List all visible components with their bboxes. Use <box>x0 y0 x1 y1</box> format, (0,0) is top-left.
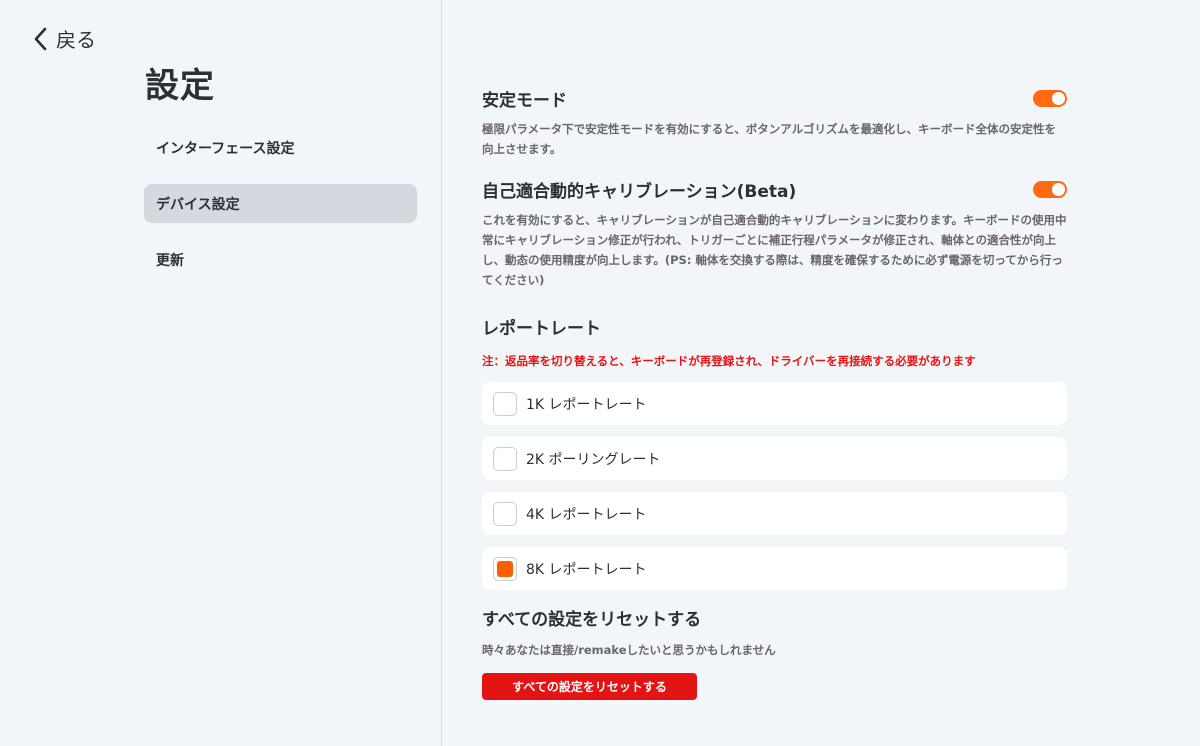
reset-title: すべての設定をリセットする <box>482 610 702 630</box>
option-label: 4K レポートレート <box>526 506 647 523</box>
page-title: 設定 <box>145 66 215 106</box>
sidebar-item-label: デバイス設定 <box>156 196 240 213</box>
option-label: 1K レポートレート <box>526 396 647 413</box>
stability-title: 安定モード <box>482 91 567 111</box>
toggle-knob <box>1052 92 1065 105</box>
report-rate-option-1k[interactable]: 1K レポートレート <box>482 382 1067 425</box>
calibration-title: 自己適合動的キャリブレーション(Beta) <box>482 182 797 202</box>
report-rate-title: レポートレート <box>482 319 601 339</box>
report-rate-warning: 注：返品率を切り替えると、キーボードが再登録され、ドライバーを再接続する必要があ… <box>482 354 976 368</box>
reset-description: 時々あなたは直接/remakeしたいと思うかもしれません <box>482 643 776 657</box>
sidebar-item-label: 更新 <box>156 252 184 269</box>
stability-section: 安定モード 極限パラメータ下で安定性モードを有効にすると、ボタンアルゴリズムを最… <box>482 86 1067 159</box>
report-rate-option-4k[interactable]: 4K レポートレート <box>482 492 1067 535</box>
chevron-left-icon <box>34 27 47 50</box>
report-rate-option-8k[interactable]: 8K レポートレート <box>482 547 1067 590</box>
option-label: 8K レポートレート <box>526 561 647 578</box>
back-label: 戻る <box>56 28 96 52</box>
sidebar-nav: インターフェース設定 デバイス設定 更新 <box>144 128 417 296</box>
back-button[interactable]: 戻る <box>32 24 96 53</box>
option-label: 2K ポーリングレート <box>526 451 661 468</box>
calibration-description: これを有効にすると、キャリブレーションが自己適合動的キャリブレーションに変わりま… <box>482 213 1067 287</box>
sidebar-item-label: インターフェース設定 <box>156 140 295 157</box>
report-rate-options: 1K レポートレート 2K ポーリングレート 4K レポートレート 8K レポー… <box>482 382 1067 590</box>
report-rate-section: レポートレート 注：返品率を切り替えると、キーボードが再登録され、ドライバーを再… <box>482 314 1067 590</box>
reset-all-button[interactable]: すべての設定をリセットする <box>482 673 697 700</box>
checkbox[interactable] <box>493 556 517 581</box>
checkbox[interactable] <box>493 446 517 471</box>
checkbox[interactable] <box>493 501 517 526</box>
sidebar-item-update[interactable]: 更新 <box>144 240 417 279</box>
calibration-section: 自己適合動的キャリブレーション(Beta) これを有効にすると、キャリブレーショ… <box>482 177 1067 290</box>
reset-section: すべての設定をリセットする 時々あなたは直接/remakeしたいと思うかもしれま… <box>482 605 1067 700</box>
sidebar-divider <box>441 0 442 746</box>
calibration-toggle[interactable] <box>1033 181 1067 198</box>
checkbox-fill <box>497 560 513 577</box>
sidebar-item-interface-settings[interactable]: インターフェース設定 <box>144 128 417 167</box>
stability-toggle[interactable] <box>1033 90 1067 107</box>
report-rate-option-2k[interactable]: 2K ポーリングレート <box>482 437 1067 480</box>
sidebar-item-device-settings[interactable]: デバイス設定 <box>144 184 417 223</box>
stability-description: 極限パラメータ下で安定性モードを有効にすると、ボタンアルゴリズムを最適化し、キー… <box>482 122 1056 156</box>
toggle-knob <box>1052 183 1065 196</box>
checkbox[interactable] <box>493 391 517 416</box>
settings-content: 安定モード 極限パラメータ下で安定性モードを有効にすると、ボタンアルゴリズムを最… <box>482 86 1067 700</box>
